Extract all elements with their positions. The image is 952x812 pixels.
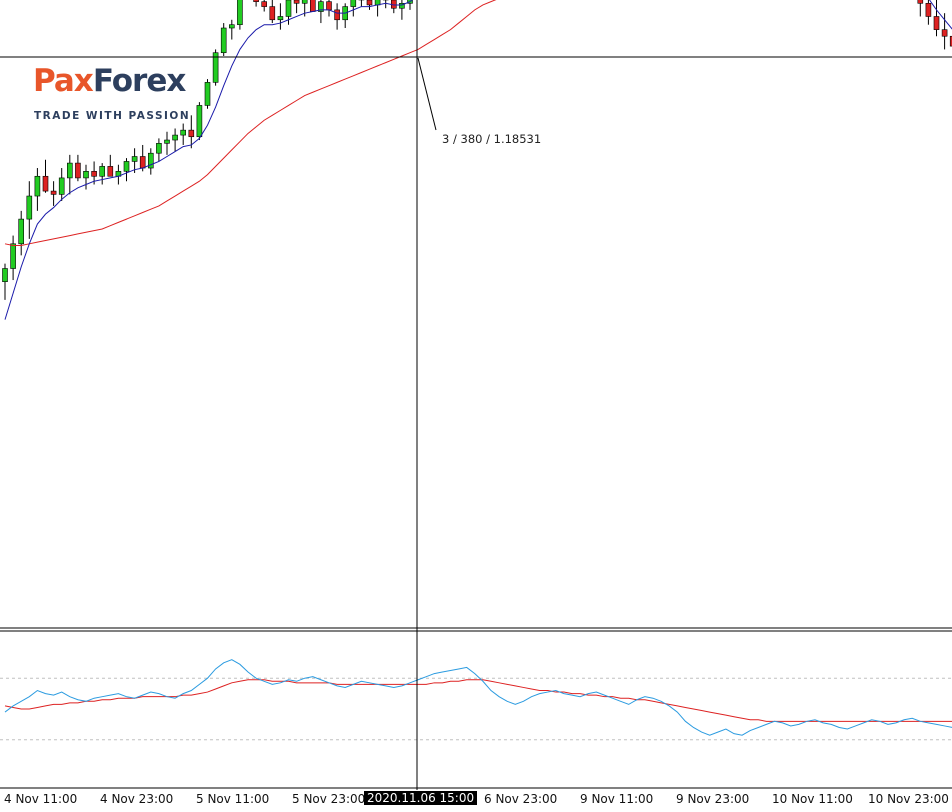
time-tick-label: 4 Nov 11:00 [4, 792, 78, 806]
bull-candle [301, 0, 308, 4]
time-tick-label: 6 Nov 23:00 [484, 792, 558, 806]
bull-candle [67, 162, 73, 179]
bull-candle [156, 143, 162, 154]
bull-candle [350, 0, 357, 7]
bear-candle [334, 9, 340, 21]
time-tick-label: 10 Nov 11:00 [772, 792, 853, 806]
bull-candle [10, 243, 16, 269]
bear-candle [75, 162, 81, 179]
bull-candle [229, 24, 235, 29]
bear-candle [91, 171, 97, 177]
bear-candle [925, 2, 932, 17]
candles-series [2, 0, 952, 300]
oscillator-fast-line [4, 659, 952, 736]
bear-candle [261, 1, 268, 7]
logo-tagline: TRADE WITH PASSION [34, 110, 191, 122]
bear-candle [269, 6, 276, 21]
bull-candle [58, 177, 65, 195]
crosshair-time-label: 2020.11.06 15:00 [364, 791, 478, 805]
bull-candle [237, 0, 243, 26]
logo-pax-text: Pax [33, 63, 94, 99]
bear-candle [309, 0, 316, 12]
logo-wordmark: PaxForex [33, 63, 187, 99]
bull-candle [164, 139, 170, 144]
time-tick-label: 9 Nov 11:00 [580, 792, 654, 806]
bull-candle [18, 218, 25, 245]
bull-candle [123, 161, 130, 172]
bear-candle [253, 0, 259, 2]
bull-candle [277, 16, 284, 21]
bear-candle [107, 166, 114, 177]
bull-candle [131, 156, 138, 162]
fast-ma-line [4, 0, 952, 320]
time-tick-label: 9 Nov 23:00 [676, 792, 750, 806]
bear-candle [139, 156, 146, 169]
time-tick-label: 4 Nov 23:00 [100, 792, 174, 806]
chart-window[interactable]: PaxForex TRADE WITH PASSION 3 / 380 / 1.… [0, 0, 952, 812]
bull-candle [180, 129, 186, 136]
bull-candle [2, 268, 8, 283]
oscillator-slow-line [4, 679, 952, 722]
paxforex-logo: PaxForex TRADE WITH PASSION [33, 66, 198, 126]
bull-candle [26, 195, 33, 220]
bull-candle [99, 166, 105, 177]
time-tick-label: 5 Nov 23:00 [292, 792, 366, 806]
bull-candle [220, 27, 227, 54]
bear-candle [933, 16, 940, 30]
crosshair-pointer [417, 57, 437, 131]
bull-candle [172, 134, 178, 141]
bear-candle [366, 0, 373, 6]
time-tick-label: 5 Nov 11:00 [196, 792, 270, 806]
logo-forex-text: Forex [92, 63, 187, 99]
bull-candle [204, 82, 211, 106]
bear-candle [917, 0, 924, 4]
bear-candle [326, 1, 332, 11]
time-tick-label: 10 Nov 23:00 [868, 792, 949, 806]
bear-candle [941, 29, 948, 37]
bear-candle [42, 175, 49, 192]
bear-candle [188, 129, 195, 138]
bull-candle [285, 0, 292, 17]
bear-candle [293, 0, 300, 4]
bear-candle [50, 190, 57, 195]
crosshair-readout: 3 / 380 / 1.18531 [442, 132, 542, 146]
bull-candle [83, 171, 89, 179]
bull-candle [34, 175, 41, 197]
